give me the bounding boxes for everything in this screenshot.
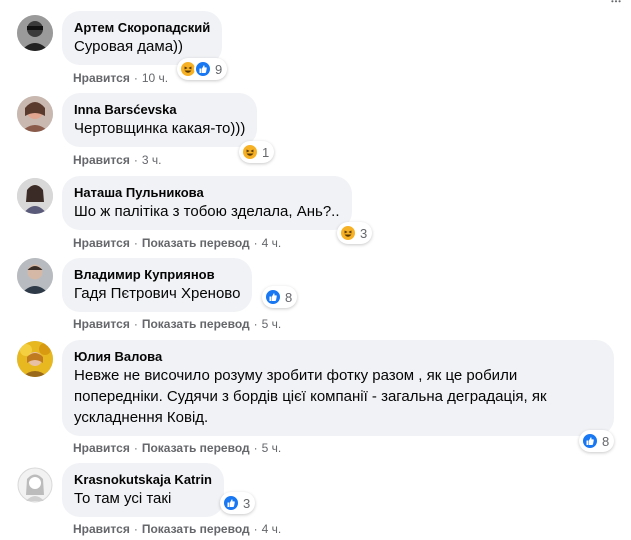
comment-bubble: Inna Barsćevska Чертовщинка какая-то))) [62, 93, 258, 147]
separator: · [133, 522, 138, 536]
comment-bubble: Артем Скоропадский Суровая дама)) [62, 11, 223, 65]
comment-actions: Нравится · Показать перевод · 5 ч. [73, 441, 281, 455]
like-link[interactable]: Нравится [73, 522, 130, 536]
like-icon [264, 288, 282, 306]
comment-text: Невже не височило розуму зробити фотку р… [74, 367, 547, 426]
haha-icon [339, 224, 357, 242]
reaction-summary[interactable]: 8 [579, 430, 615, 452]
timestamp[interactable]: 4 ч. [262, 522, 282, 536]
like-icon [194, 60, 212, 78]
comment-text: Шо ж палітіка з тобою зделала, Ань?.. [74, 203, 340, 220]
comment-bubble: Юлия Валова Невже не височило розуму зро… [62, 340, 614, 436]
show-translation-link[interactable]: Показать перевод [142, 236, 250, 250]
separator: · [133, 153, 138, 167]
comment-text: Гадя Пєтрович Хреново [74, 285, 241, 302]
comment-text: То там усі такі [74, 490, 172, 507]
reaction-summary[interactable]: 3 [337, 222, 373, 244]
timestamp[interactable]: 5 ч. [262, 317, 282, 331]
comment-actions: Нравится · Показать перевод · 5 ч. [73, 317, 281, 331]
like-icon [222, 494, 240, 512]
reaction-count: 9 [215, 61, 223, 77]
comment-author[interactable]: Наташа Пульникова [74, 184, 340, 201]
avatar[interactable] [17, 341, 53, 377]
avatar[interactable] [17, 96, 53, 132]
avatar[interactable] [17, 467, 53, 503]
separator: · [133, 441, 138, 455]
separator: · [253, 236, 258, 250]
like-link[interactable]: Нравится [73, 153, 130, 167]
comment-author[interactable]: Krasnokutskaja Katrin [74, 471, 212, 488]
haha-icon [241, 143, 259, 161]
like-link[interactable]: Нравится [73, 441, 130, 455]
comment-author[interactable]: Inna Barsćevska [74, 101, 245, 118]
avatar[interactable] [17, 178, 53, 214]
separator: · [253, 317, 258, 331]
comment-actions: Нравится · Показать перевод · 4 ч. [73, 236, 281, 250]
separator: · [253, 441, 258, 455]
comment-text: Суровая дама)) [74, 38, 184, 55]
reaction-summary[interactable]: 9 [177, 58, 228, 80]
reaction-count: 1 [262, 144, 270, 160]
reaction-count: 3 [360, 225, 368, 241]
reaction-count: 8 [285, 289, 293, 305]
show-translation-link[interactable]: Показать перевод [142, 441, 250, 455]
reaction-summary[interactable]: 1 [239, 141, 275, 163]
separator: · [253, 522, 258, 536]
show-translation-link[interactable]: Показать перевод [142, 522, 250, 536]
like-link[interactable]: Нравится [73, 317, 130, 331]
comment-actions: Нравится · Показать перевод · 4 ч. [73, 522, 281, 536]
show-translation-link[interactable]: Показать перевод [142, 317, 250, 331]
avatar[interactable] [17, 258, 53, 294]
reaction-count: 8 [602, 433, 610, 449]
timestamp[interactable]: 4 ч. [262, 236, 282, 250]
comment-actions: Нравится · 10 ч. [73, 71, 168, 85]
comment-text: Чертовщинка какая-то))) [74, 120, 246, 137]
separator: · [133, 71, 138, 85]
separator: · [133, 236, 138, 250]
more-options-icon[interactable] [611, 0, 621, 4]
comment-bubble: Наташа Пульникова Шо ж палітіка з тобою … [62, 176, 352, 230]
like-link[interactable]: Нравится [73, 71, 130, 85]
like-icon [581, 432, 599, 450]
comment-bubble: Krasnokutskaja Katrin То там усі такі [62, 463, 224, 517]
timestamp[interactable]: 10 ч. [142, 71, 168, 85]
timestamp[interactable]: 3 ч. [142, 153, 162, 167]
reaction-count: 3 [243, 495, 251, 511]
reaction-summary[interactable]: 3 [220, 492, 256, 514]
separator: · [133, 317, 138, 331]
timestamp[interactable]: 5 ч. [262, 441, 282, 455]
comment-author[interactable]: Юлия Валова [74, 348, 602, 365]
avatar[interactable] [17, 15, 53, 51]
comment-bubble: Владимир Куприянов Гадя Пєтрович Хреново [62, 258, 253, 312]
comment-author[interactable]: Артем Скоропадский [74, 19, 210, 36]
like-link[interactable]: Нравится [73, 236, 130, 250]
comment-actions: Нравится · 3 ч. [73, 153, 161, 167]
comment-author[interactable]: Владимир Куприянов [74, 266, 240, 283]
reaction-summary[interactable]: 8 [262, 286, 298, 308]
